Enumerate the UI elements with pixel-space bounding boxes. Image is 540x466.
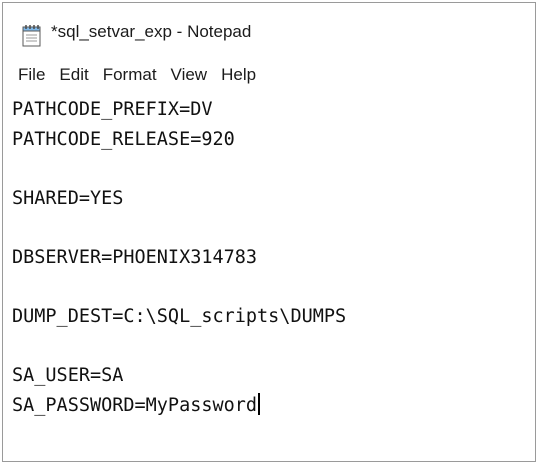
editor-line: PATHCODE_RELEASE=920 [12,125,535,155]
menu-edit[interactable]: Edit [52,61,95,89]
menu-bar: File Edit Format View Help [3,59,535,91]
editor-line: SHARED=YES [12,184,535,214]
editor-line-text: DUMP_DEST=C:\SQL_scripts\DUMPS [12,306,347,328]
title-bar[interactable]: *sql_setvar_exp - Notepad [3,3,535,55]
editor-line-text: PATHCODE_RELEASE=920 [12,128,235,150]
editor-line: SA_PASSWORD=MyPassword [12,391,535,421]
menu-help[interactable]: Help [214,61,263,89]
editor-line: DBSERVER=PHOENIX314783 [12,243,535,273]
notepad-icon [21,23,43,47]
editor-line: PATHCODE_PREFIX=DV [12,95,535,125]
menu-view[interactable]: View [164,61,215,89]
editor-line-text: SA_PASSWORD=MyPassword [12,394,258,416]
editor-line-text: SHARED=YES [12,187,124,209]
text-editor[interactable]: PATHCODE_PREFIX=DV PATHCODE_RELEASE=920 … [3,93,535,461]
menu-format[interactable]: Format [96,61,164,89]
menu-file[interactable]: File [11,61,52,89]
editor-line: SA_USER=SA [12,361,535,391]
window-title: *sql_setvar_exp - Notepad [51,22,252,41]
editor-line-text: PATHCODE_PREFIX=DV [12,99,213,120]
editor-line-text: DBSERVER=PHOENIX314783 [12,246,258,268]
editor-line: DUMP_DEST=C:\SQL_scripts\DUMPS [12,302,535,332]
text-caret [258,392,260,415]
editor-line-text: SA_USER=SA [12,365,124,387]
notepad-window: *sql_setvar_exp - Notepad File Edit Form… [2,2,536,462]
